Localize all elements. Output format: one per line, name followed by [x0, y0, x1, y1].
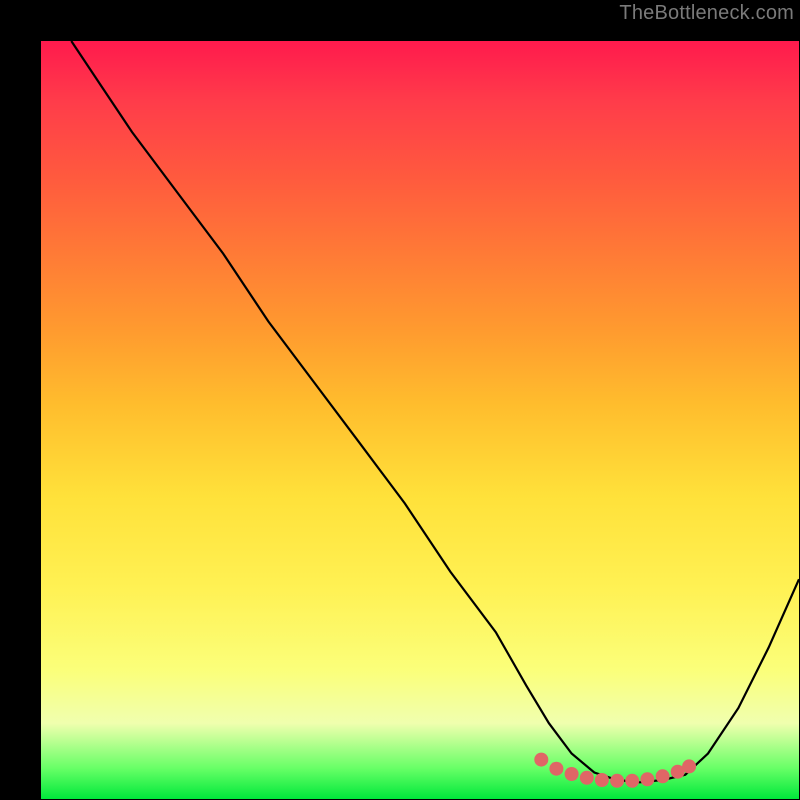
chart-plot-area — [41, 41, 799, 799]
optimal-marker-dot — [640, 772, 654, 786]
optimal-marker-dot — [549, 762, 563, 776]
optimal-marker-dot — [580, 771, 594, 785]
chart-svg — [41, 41, 799, 799]
chart-frame — [20, 20, 780, 780]
optimal-marker-dot — [625, 774, 639, 788]
optimal-marker-dot — [565, 767, 579, 781]
watermark-text: TheBottleneck.com — [619, 2, 794, 25]
optimal-marker-dot — [682, 759, 696, 773]
optimal-marker-dot — [534, 753, 548, 767]
optimal-marker-dot — [595, 773, 609, 787]
bottleneck-curve-line — [71, 41, 799, 782]
optimal-marker-dot — [610, 774, 624, 788]
optimal-marker-dot — [656, 769, 670, 783]
optimal-zone-markers — [534, 753, 696, 788]
